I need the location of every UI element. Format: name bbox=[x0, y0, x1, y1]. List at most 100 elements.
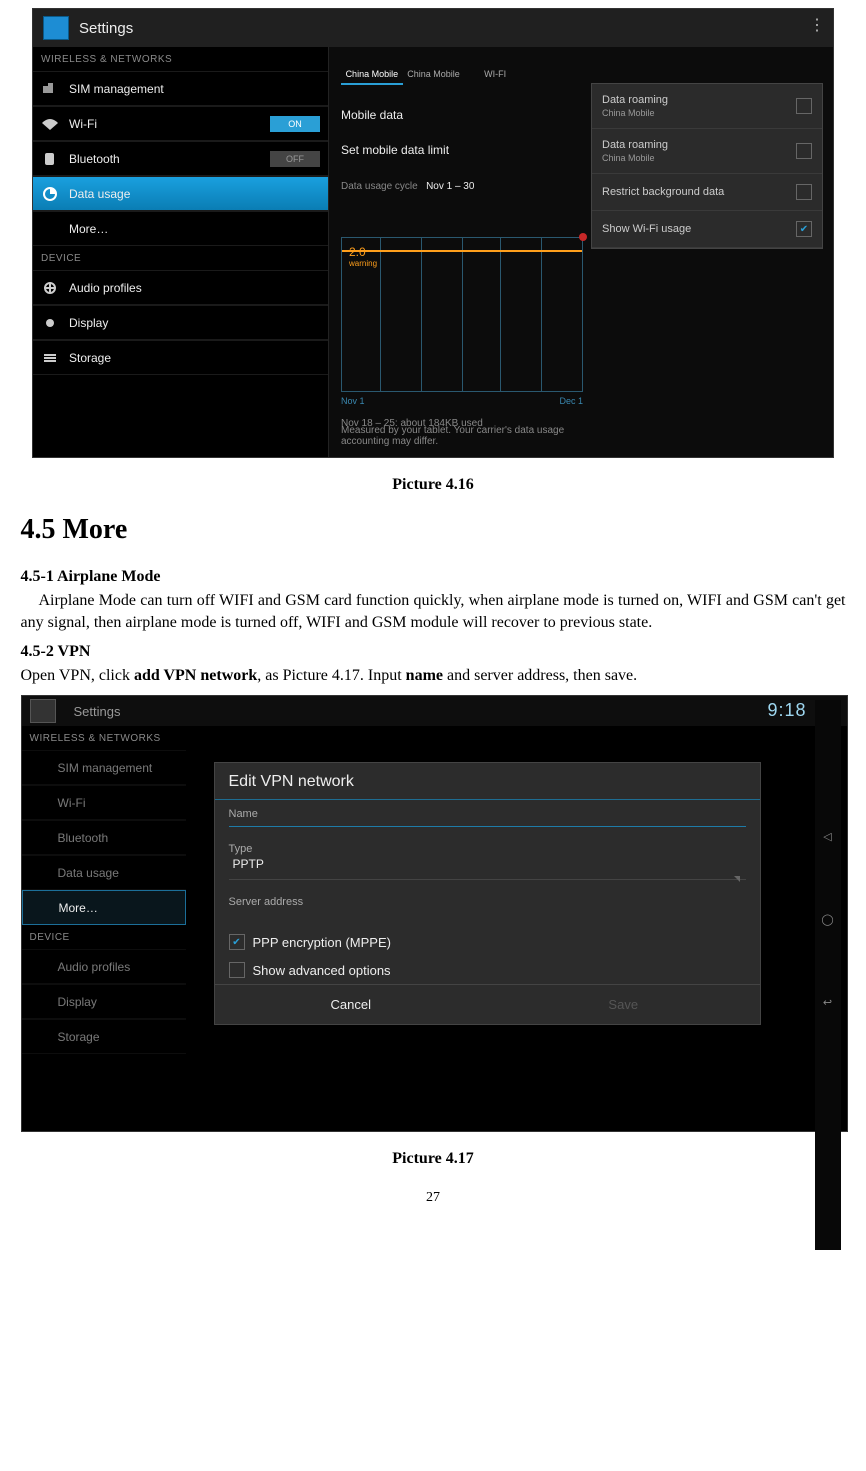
sidebar-item-storage[interactable]: Storage bbox=[33, 340, 328, 375]
checkbox[interactable] bbox=[796, 98, 812, 114]
overflow-menu-icon[interactable]: ⋮ bbox=[809, 15, 825, 35]
display-icon bbox=[41, 316, 59, 330]
tab-carrier-2[interactable]: China Mobile bbox=[403, 65, 465, 85]
dialog-buttons: Cancel Save bbox=[215, 984, 760, 1024]
wifi-toggle[interactable]: ON bbox=[270, 116, 320, 132]
figure-caption-1: Picture 4.16 bbox=[21, 476, 846, 494]
warning-line bbox=[342, 250, 582, 252]
subsection-vpn: 4.5-2 VPN bbox=[21, 643, 846, 661]
sidebar-item-wifi[interactable]: Wi-Fi ON bbox=[33, 106, 328, 141]
sidebar-item-display[interactable]: Display bbox=[33, 305, 328, 340]
name-label: Name bbox=[215, 800, 760, 822]
recent-button[interactable]: ↩ bbox=[823, 996, 832, 1009]
sidebar-item-bluetooth[interactable]: Bluetooth OFF bbox=[33, 141, 328, 176]
ppp-encryption-option[interactable]: ✔ PPP encryption (MPPE) bbox=[215, 928, 760, 956]
range-end: Dec 1 bbox=[559, 396, 583, 406]
type-value[interactable]: PPTP bbox=[215, 857, 760, 875]
dialog-title: Edit VPN network bbox=[215, 763, 760, 800]
label: Wi-Fi bbox=[69, 117, 97, 131]
grid bbox=[341, 237, 583, 392]
action-bar: Settings ⋮ bbox=[33, 9, 833, 47]
sidebar-item-audio[interactable]: Audio profiles bbox=[22, 949, 186, 984]
section-device: DEVICE bbox=[22, 925, 186, 949]
audio-icon bbox=[41, 281, 59, 295]
type-label: Type bbox=[215, 835, 760, 857]
edit-vpn-dialog: Edit VPN network Name Type PPTP Server a… bbox=[214, 762, 761, 1025]
label: More… bbox=[69, 222, 108, 236]
page-number: 27 bbox=[21, 1190, 846, 1206]
show-advanced-option[interactable]: Show advanced options bbox=[215, 956, 760, 984]
popup-restrict-bg[interactable]: Restrict background data bbox=[592, 174, 822, 211]
sidebar-item-more[interactable]: More… bbox=[22, 890, 186, 925]
screenshot-vpn-dialog: Settings 9:18 WIRELESS & NETWORKS SIM ma… bbox=[21, 695, 848, 1132]
sidebar-item-display[interactable]: Display bbox=[22, 984, 186, 1019]
usage-disclaimer: Measured by your tablet. Your carrier's … bbox=[341, 425, 583, 447]
popup-show-wifi[interactable]: Show Wi-Fi usage ✔ bbox=[592, 211, 822, 248]
limit-handle[interactable] bbox=[579, 233, 587, 241]
label: Display bbox=[69, 316, 108, 330]
checkbox[interactable] bbox=[796, 143, 812, 159]
sidebar-item-data-usage[interactable]: Data usage bbox=[33, 176, 328, 211]
label: Audio profiles bbox=[69, 281, 142, 295]
audio-icon bbox=[30, 960, 48, 974]
section-wireless: WIRELESS & NETWORKS bbox=[33, 47, 328, 71]
sidebar-item-sim[interactable]: SIM management bbox=[33, 71, 328, 106]
label: SIM management bbox=[69, 82, 164, 96]
usage-graph[interactable]: 2.0warning Nov 1 Dec 1 bbox=[341, 237, 583, 392]
paragraph-airplane: Airplane Mode can turn off WIFI and GSM … bbox=[21, 590, 846, 635]
popup-roaming-1[interactable]: Data roamingChina Mobile bbox=[592, 84, 822, 129]
tab-carrier-1[interactable]: China Mobile bbox=[341, 65, 403, 85]
tab-wifi[interactable]: WI-FI bbox=[464, 65, 526, 85]
system-nav-bar: ◁ ◯ ↩ bbox=[815, 700, 841, 1250]
section-device: DEVICE bbox=[33, 246, 328, 270]
sim-icon bbox=[41, 82, 59, 96]
settings-app-icon bbox=[43, 16, 69, 40]
bluetooth-icon bbox=[41, 152, 59, 166]
popup-roaming-2[interactable]: Data roamingChina Mobile bbox=[592, 129, 822, 174]
mobile-data-row[interactable]: Mobile data bbox=[341, 102, 583, 128]
screenshot-data-usage: Settings ⋮ WIRELESS & NETWORKS SIM manag… bbox=[32, 8, 834, 458]
bluetooth-toggle[interactable]: OFF bbox=[270, 151, 320, 167]
sidebar-item-data-usage[interactable]: Data usage bbox=[22, 855, 186, 890]
sidebar-item-bluetooth[interactable]: Bluetooth bbox=[22, 820, 186, 855]
sidebar-item-more[interactable]: More… bbox=[33, 211, 328, 246]
server-label: Server address bbox=[215, 888, 760, 910]
cycle-value: Nov 1 – 30 bbox=[426, 181, 474, 192]
data-usage-pane: China Mobile China Mobile WI-FI Mobile d… bbox=[329, 47, 833, 457]
blank-icon bbox=[41, 222, 59, 236]
range-start: Nov 1 bbox=[341, 396, 365, 406]
home-button[interactable]: ◯ bbox=[821, 913, 833, 926]
sidebar-item-audio[interactable]: Audio profiles bbox=[33, 270, 328, 305]
blank-icon bbox=[31, 901, 49, 915]
set-limit-row[interactable]: Set mobile data limit bbox=[341, 137, 583, 163]
checkbox[interactable] bbox=[229, 962, 245, 978]
bluetooth-icon bbox=[30, 831, 48, 845]
paragraph-vpn: Open VPN, click add VPN network, as Pict… bbox=[21, 665, 846, 687]
type-underline bbox=[229, 879, 746, 880]
status-clock: 9:18 bbox=[767, 700, 806, 721]
data-usage-icon bbox=[30, 866, 48, 880]
sidebar-item-wifi[interactable]: Wi-Fi bbox=[22, 785, 186, 820]
name-input[interactable] bbox=[229, 826, 746, 827]
wifi-icon bbox=[30, 796, 48, 810]
settings-sidebar: WIRELESS & NETWORKS SIM management Wi-Fi… bbox=[33, 47, 329, 457]
storage-icon bbox=[30, 1030, 48, 1044]
back-button[interactable]: ◁ bbox=[823, 830, 831, 843]
cycle-row[interactable]: Data usage cycle Nov 1 – 30 bbox=[341, 175, 583, 198]
storage-icon bbox=[41, 351, 59, 365]
checkbox-checked[interactable]: ✔ bbox=[796, 221, 812, 237]
section-heading: 4.5 More bbox=[21, 514, 846, 546]
save-button[interactable]: Save bbox=[487, 985, 760, 1024]
settings-app-icon bbox=[30, 699, 56, 723]
overflow-popup: Data roamingChina Mobile Data roamingChi… bbox=[591, 83, 823, 249]
subsection-airplane: 4.5-1 Airplane Mode bbox=[21, 568, 846, 586]
checkbox[interactable] bbox=[796, 184, 812, 200]
cycle-label: Data usage cycle bbox=[341, 181, 418, 192]
wifi-icon bbox=[41, 117, 59, 131]
checkbox-checked[interactable]: ✔ bbox=[229, 934, 245, 950]
sidebar-item-storage[interactable]: Storage bbox=[22, 1019, 186, 1054]
sidebar-item-sim[interactable]: SIM management bbox=[22, 750, 186, 785]
cancel-button[interactable]: Cancel bbox=[215, 985, 488, 1024]
section-wireless: WIRELESS & NETWORKS bbox=[22, 726, 186, 750]
sim-icon bbox=[30, 761, 48, 775]
